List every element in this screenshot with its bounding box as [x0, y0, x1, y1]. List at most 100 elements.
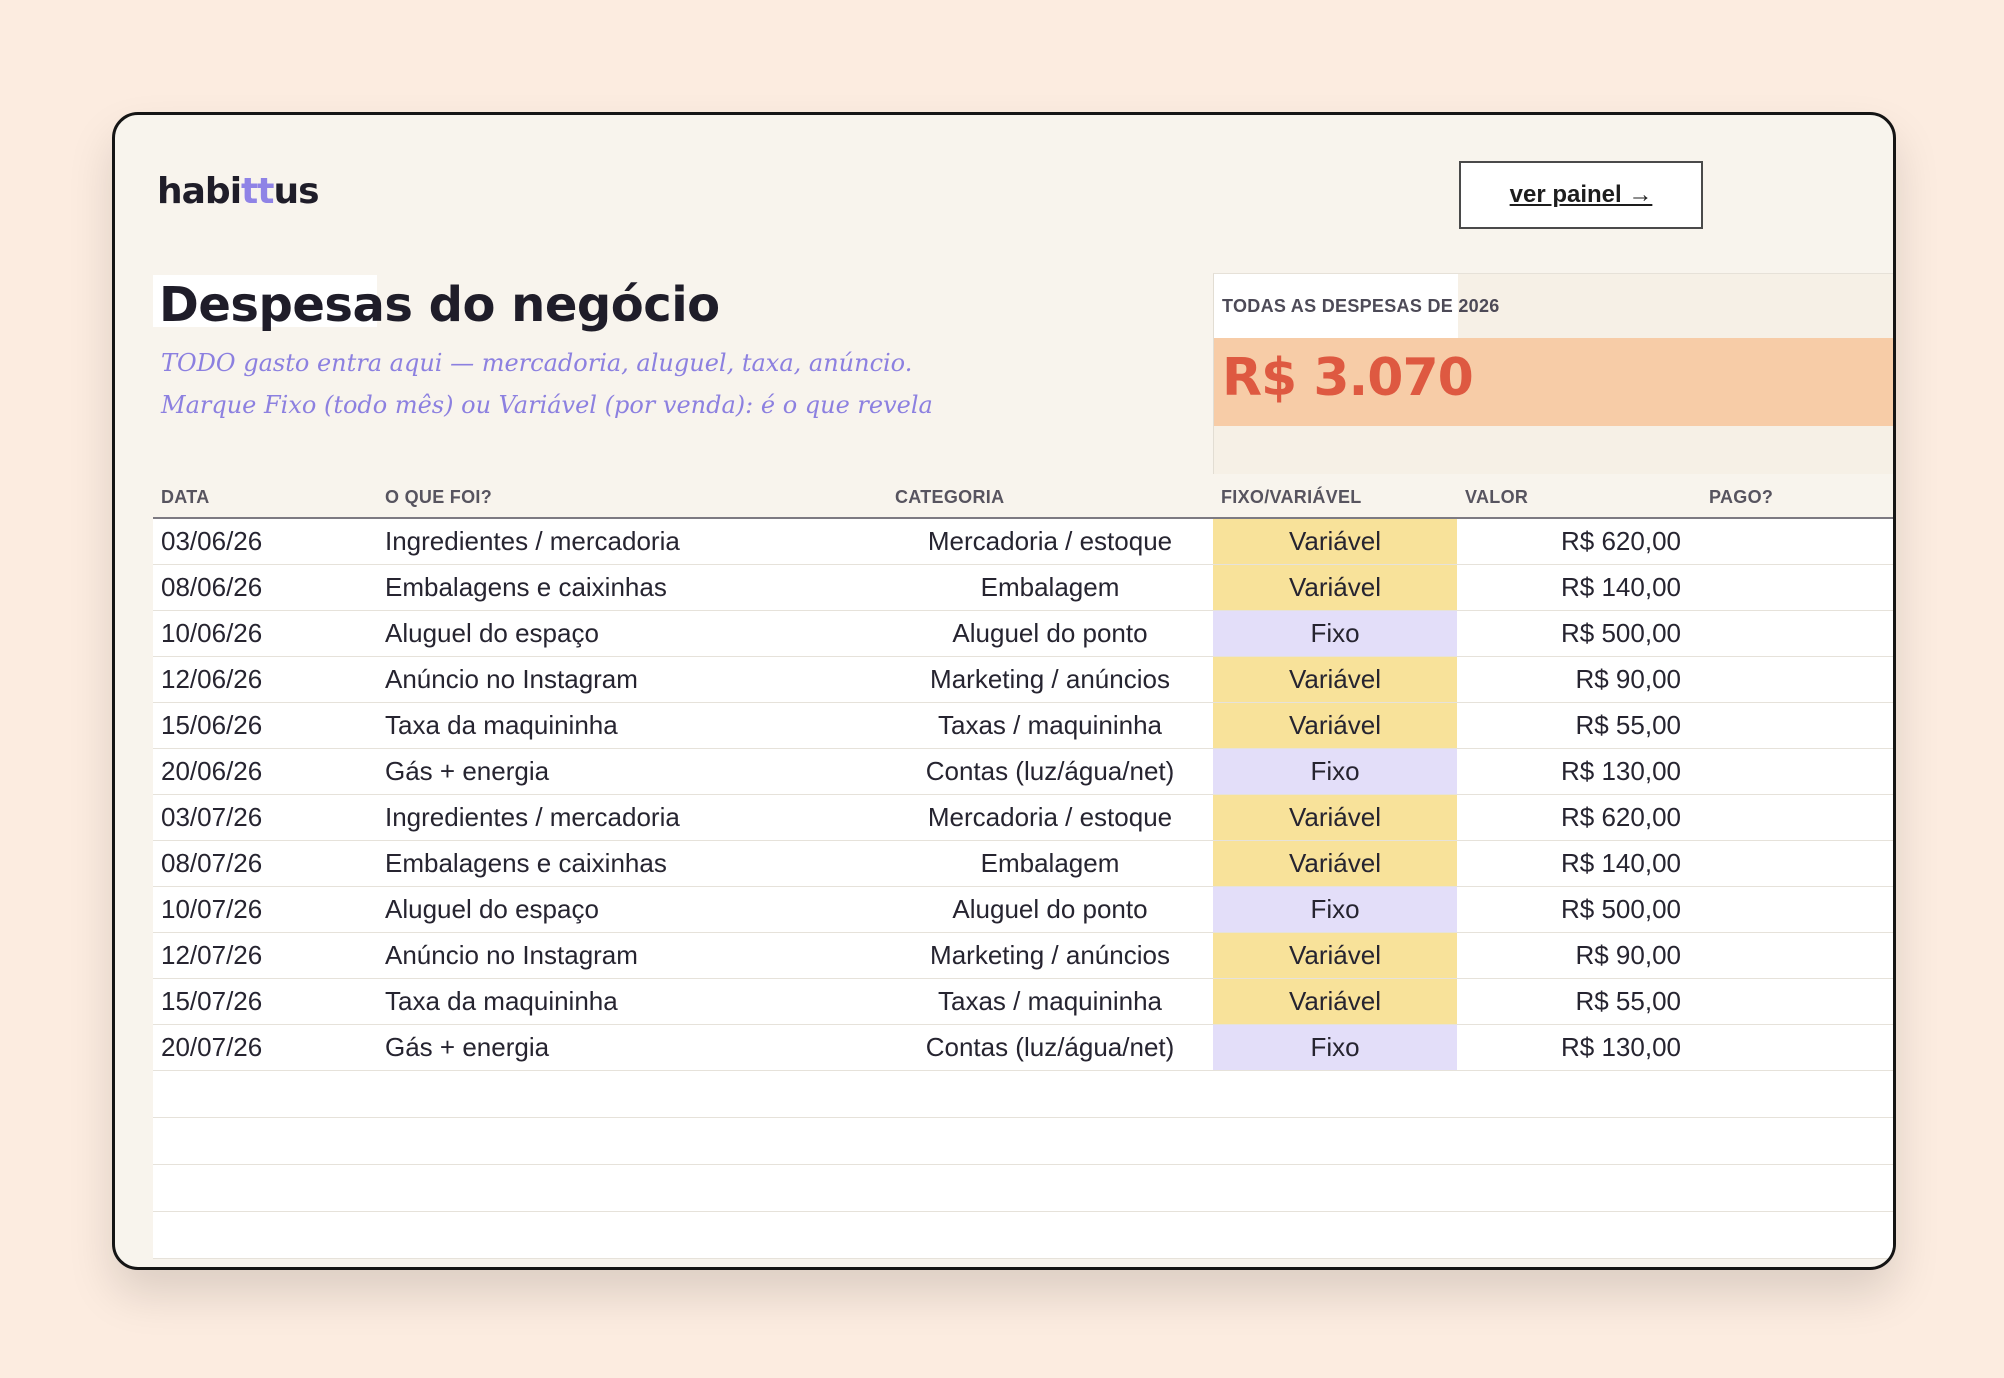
cell-item[interactable]: Gás + energia [377, 748, 887, 795]
cell-type[interactable]: Variável [1213, 564, 1457, 611]
cell-type[interactable]: Variável [1213, 518, 1457, 565]
cell-category[interactable]: Aluguel do ponto [887, 610, 1213, 657]
empty-cell[interactable] [1701, 1211, 1893, 1259]
table-row[interactable]: 10/06/26 Aluguel do espaço Aluguel do pont… [153, 610, 1893, 657]
cell-type[interactable]: Fixo [1213, 1024, 1457, 1071]
cell-category[interactable]: Marketing / anúncios [887, 656, 1213, 703]
cell-item[interactable]: Embalagens e caixinhas [377, 564, 887, 611]
empty-cell[interactable] [1457, 1117, 1701, 1165]
cell-paid[interactable] [1701, 564, 1893, 611]
cell-type[interactable]: Fixo [1213, 886, 1457, 933]
cell-date[interactable]: 20/06/26 [153, 748, 377, 795]
cell-category[interactable]: Embalagem [887, 840, 1213, 887]
cell-value[interactable]: R$ 130,00 [1457, 748, 1701, 795]
cell-date[interactable]: 10/06/26 [153, 610, 377, 657]
empty-row[interactable] [153, 1117, 1893, 1165]
empty-cell[interactable] [1213, 1164, 1457, 1212]
cell-paid[interactable] [1701, 794, 1893, 841]
cell-date[interactable]: 15/07/26 [153, 978, 377, 1025]
empty-cell[interactable] [153, 1070, 377, 1118]
cell-value[interactable]: R$ 620,00 [1457, 518, 1701, 565]
cell-category[interactable]: Aluguel do ponto [887, 886, 1213, 933]
cell-paid[interactable] [1701, 886, 1893, 933]
empty-cell[interactable] [377, 1164, 887, 1212]
cell-value[interactable]: R$ 130,00 [1457, 1024, 1701, 1071]
column-header-category[interactable]: CATEGORIA [887, 477, 1213, 519]
column-header-paid[interactable]: PAGO? [1701, 477, 1893, 519]
cell-category[interactable]: Contas (luz/água/net) [887, 1024, 1213, 1071]
cell-date[interactable]: 03/07/26 [153, 794, 377, 841]
column-header-item[interactable]: O QUE FOI? [377, 477, 887, 519]
cell-value[interactable]: R$ 500,00 [1457, 610, 1701, 657]
empty-cell[interactable] [1213, 1117, 1457, 1165]
cell-paid[interactable] [1701, 1024, 1893, 1071]
empty-cell[interactable] [1701, 1117, 1893, 1165]
empty-cell[interactable] [887, 1211, 1213, 1259]
cell-category[interactable]: Embalagem [887, 564, 1213, 611]
empty-cell[interactable] [1457, 1070, 1701, 1118]
cell-paid[interactable] [1701, 840, 1893, 887]
cell-item[interactable]: Ingredientes / mercadoria [377, 794, 887, 841]
cell-category[interactable]: Taxas / maquininha [887, 978, 1213, 1025]
cell-paid[interactable] [1701, 518, 1893, 565]
cell-value[interactable]: R$ 55,00 [1457, 978, 1701, 1025]
cell-category[interactable]: Contas (luz/água/net) [887, 748, 1213, 795]
cell-paid[interactable] [1701, 702, 1893, 749]
cell-item[interactable]: Taxa da maquininha [377, 978, 887, 1025]
empty-cell[interactable] [1213, 1211, 1457, 1259]
empty-cell[interactable] [377, 1070, 887, 1118]
cell-item[interactable]: Aluguel do espaço [377, 886, 887, 933]
cell-type[interactable]: Variável [1213, 840, 1457, 887]
table-row[interactable]: 03/06/26 Ingredientes / mercadoria Mercado… [153, 518, 1893, 565]
cell-category[interactable]: Taxas / maquininha [887, 702, 1213, 749]
cell-type[interactable]: Fixo [1213, 610, 1457, 657]
cell-value[interactable]: R$ 620,00 [1457, 794, 1701, 841]
cell-date[interactable]: 12/06/26 [153, 656, 377, 703]
cell-value[interactable]: R$ 55,00 [1457, 702, 1701, 749]
empty-cell[interactable] [377, 1211, 887, 1259]
empty-cell[interactable] [1701, 1164, 1893, 1212]
cell-value[interactable]: R$ 140,00 [1457, 840, 1701, 887]
cell-item[interactable]: Gás + energia [377, 1024, 887, 1071]
cell-date[interactable]: 03/06/26 [153, 518, 377, 565]
empty-cell[interactable] [1457, 1211, 1701, 1259]
table-row[interactable]: 20/06/26 Gás + energia Contas (luz/água/ne… [153, 748, 1893, 795]
cell-type[interactable]: Variável [1213, 978, 1457, 1025]
table-row[interactable]: 12/07/26 Anúncio no Instagram Marketing / … [153, 932, 1893, 979]
cell-type[interactable]: Variável [1213, 702, 1457, 749]
column-header-type[interactable]: FIXO/VARIÁVEL [1213, 477, 1457, 519]
empty-row[interactable] [153, 1164, 1893, 1212]
empty-cell[interactable] [153, 1117, 377, 1165]
cell-type[interactable]: Fixo [1213, 748, 1457, 795]
empty-cell[interactable] [377, 1117, 887, 1165]
cell-date[interactable]: 08/07/26 [153, 840, 377, 887]
cell-type[interactable]: Variável [1213, 656, 1457, 703]
cell-value[interactable]: R$ 140,00 [1457, 564, 1701, 611]
cell-date[interactable]: 15/06/26 [153, 702, 377, 749]
cell-item[interactable]: Anúncio no Instagram [377, 656, 887, 703]
empty-cell[interactable] [1701, 1070, 1893, 1118]
cell-date[interactable]: 10/07/26 [153, 886, 377, 933]
table-row[interactable]: 10/07/26 Aluguel do espaço Aluguel do pont… [153, 886, 1893, 933]
cell-type[interactable]: Variável [1213, 794, 1457, 841]
cell-date[interactable]: 12/07/26 [153, 932, 377, 979]
cell-type[interactable]: Variável [1213, 932, 1457, 979]
cell-date[interactable]: 20/07/26 [153, 1024, 377, 1071]
column-header-date[interactable]: DATA [153, 477, 377, 519]
empty-cell[interactable] [1213, 1070, 1457, 1118]
table-row[interactable]: 15/06/26 Taxa da maquininha Taxas / maquin… [153, 702, 1893, 749]
cell-item[interactable]: Ingredientes / mercadoria [377, 518, 887, 565]
cell-value[interactable]: R$ 500,00 [1457, 886, 1701, 933]
cell-date[interactable]: 08/06/26 [153, 564, 377, 611]
cell-category[interactable]: Marketing / anúncios [887, 932, 1213, 979]
table-row[interactable]: 15/07/26 Taxa da maquininha Taxas / maquin… [153, 978, 1893, 1025]
cell-category[interactable]: Mercadoria / estoque [887, 794, 1213, 841]
cell-item[interactable]: Embalagens e caixinhas [377, 840, 887, 887]
column-header-value[interactable]: VALOR [1457, 477, 1701, 519]
cell-value[interactable]: R$ 90,00 [1457, 932, 1701, 979]
cell-paid[interactable] [1701, 932, 1893, 979]
table-row[interactable]: 20/07/26 Gás + energia Contas (luz/água/ne… [153, 1024, 1893, 1071]
empty-cell[interactable] [1457, 1164, 1701, 1212]
empty-row[interactable] [153, 1211, 1893, 1259]
cell-item[interactable]: Anúncio no Instagram [377, 932, 887, 979]
